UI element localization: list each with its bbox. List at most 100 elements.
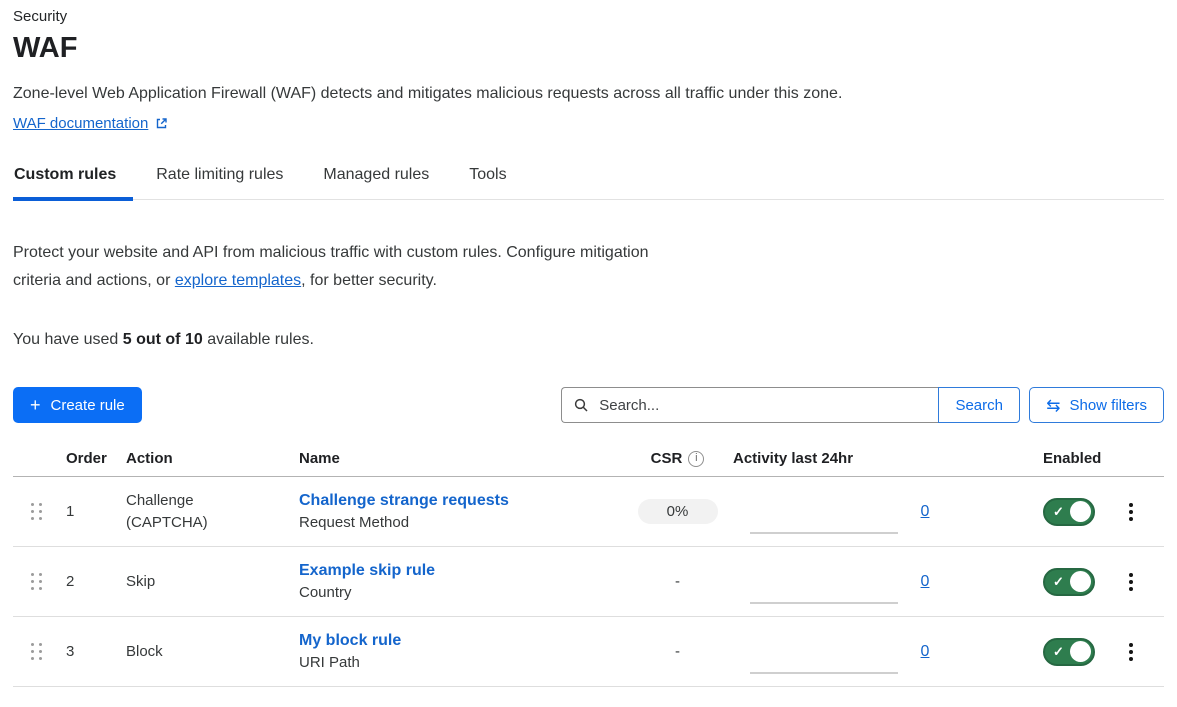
enabled-toggle[interactable]: ✓: [1043, 568, 1095, 596]
search-group: Search: [561, 387, 1020, 423]
menu-cell: [1110, 568, 1164, 596]
enabled-cell: ✓: [945, 638, 1110, 666]
header-csr: CSR i: [630, 450, 725, 467]
csr-value: -: [675, 643, 680, 660]
activity-cell: [725, 617, 905, 686]
activity-count-link[interactable]: 0: [921, 573, 930, 590]
toolbar-right: Search ⇆ Show filters: [561, 387, 1164, 423]
csr-cell: 0%: [630, 499, 725, 524]
usage-text: You have used 5 out of 10 available rule…: [13, 331, 1164, 349]
usage-count: 5 out of 10: [123, 331, 203, 348]
activity-count-cell: 0: [905, 503, 945, 521]
enabled-cell: ✓: [945, 568, 1110, 596]
search-box: [561, 387, 938, 423]
rule-name-cell: Challenge strange requests Request Metho…: [286, 492, 630, 531]
toolbar: + Create rule Search ⇆ Show filters: [13, 387, 1164, 423]
search-button[interactable]: Search: [938, 387, 1020, 423]
explore-templates-link[interactable]: explore templates: [175, 272, 301, 289]
rule-row: 3 Block My block rule URI Path - 0 ✓: [13, 617, 1164, 687]
waf-documentation-label: WAF documentation: [13, 115, 148, 132]
drag-handle-icon[interactable]: [31, 503, 42, 520]
enabled-toggle[interactable]: ✓: [1043, 498, 1095, 526]
check-icon: ✓: [1053, 575, 1064, 588]
activity-count-link[interactable]: 0: [921, 503, 930, 520]
header-action: Action: [113, 450, 286, 467]
create-rule-button[interactable]: + Create rule: [13, 387, 142, 423]
kebab-menu-icon[interactable]: [1126, 498, 1136, 526]
csr-badge: 0%: [638, 499, 718, 524]
waf-documentation-link[interactable]: WAF documentation: [13, 115, 168, 132]
rule-name-cell: Example skip rule Country: [286, 562, 630, 601]
drag-cell: [13, 573, 53, 590]
rule-action: Challenge (CAPTCHA): [113, 490, 286, 534]
kebab-menu-icon[interactable]: [1126, 638, 1136, 666]
create-rule-label: Create rule: [51, 397, 125, 414]
show-filters-button[interactable]: ⇆ Show filters: [1029, 387, 1164, 423]
header-menu-spacer: [1110, 450, 1164, 467]
rule-field: Country: [299, 584, 630, 601]
tab-managed-rules[interactable]: Managed rules: [322, 166, 430, 199]
rule-order: 3: [53, 643, 113, 660]
header-drag-spacer: [13, 450, 53, 467]
tab-custom-rules[interactable]: Custom rules: [13, 166, 117, 199]
rule-row: 1 Challenge (CAPTCHA) Challenge strange …: [13, 477, 1164, 547]
activity-sparkline: [750, 532, 898, 534]
activity-cell: [725, 477, 905, 546]
rule-action-line1: Challenge: [126, 490, 286, 512]
rule-action: Skip: [113, 571, 286, 593]
info-icon[interactable]: i: [688, 451, 704, 467]
activity-count-cell: 0: [905, 643, 945, 661]
activity-sparkline: [750, 672, 898, 674]
rule-name-link[interactable]: Example skip rule: [299, 562, 630, 580]
drag-handle-icon[interactable]: [31, 643, 42, 660]
intro-text-after: , for better security.: [301, 272, 437, 289]
csr-value: -: [675, 573, 680, 590]
kebab-menu-icon[interactable]: [1126, 568, 1136, 596]
rules-table: Order Action Name CSR i Activity last 24…: [13, 450, 1164, 687]
rule-action: Block: [113, 641, 286, 663]
tab-rate-limiting-rules[interactable]: Rate limiting rules: [155, 166, 284, 199]
tab-tools[interactable]: Tools: [468, 166, 507, 199]
rule-order: 2: [53, 573, 113, 590]
page-title: WAF: [13, 32, 1164, 65]
activity-count-link[interactable]: 0: [921, 643, 930, 660]
check-icon: ✓: [1053, 505, 1064, 518]
breadcrumb: Security: [13, 8, 1164, 25]
header-name: Name: [286, 450, 630, 467]
drag-cell: [13, 643, 53, 660]
rule-order: 1: [53, 503, 113, 520]
swap-arrows-icon: ⇆: [1046, 397, 1060, 414]
header-enabled: Enabled: [945, 450, 1110, 467]
menu-cell: [1110, 498, 1164, 526]
header-csr-label: CSR: [651, 450, 683, 467]
rule-field: Request Method: [299, 514, 630, 531]
rule-name-link[interactable]: Challenge strange requests: [299, 492, 630, 510]
activity-count-cell: 0: [905, 573, 945, 591]
waf-page: Security WAF Zone-level Web Application …: [0, 0, 1177, 707]
external-link-icon: [155, 117, 168, 130]
search-icon: [574, 398, 588, 412]
menu-cell: [1110, 638, 1164, 666]
enabled-toggle[interactable]: ✓: [1043, 638, 1095, 666]
rule-row: 2 Skip Example skip rule Country - 0 ✓: [13, 547, 1164, 617]
header-order: Order: [53, 450, 113, 467]
table-header-row: Order Action Name CSR i Activity last 24…: [13, 450, 1164, 477]
rule-name-cell: My block rule URI Path: [286, 632, 630, 671]
usage-prefix: You have used: [13, 331, 123, 348]
toggle-knob: [1070, 571, 1091, 592]
csr-cell: -: [630, 643, 725, 660]
header-count-spacer: [905, 450, 945, 467]
rule-action-line1: Block: [126, 641, 286, 663]
show-filters-label: Show filters: [1069, 397, 1147, 414]
enabled-cell: ✓: [945, 498, 1110, 526]
activity-sparkline: [750, 602, 898, 604]
toggle-knob: [1070, 641, 1091, 662]
rule-name-link[interactable]: My block rule: [299, 632, 630, 650]
check-icon: ✓: [1053, 645, 1064, 658]
rule-action-line2: (CAPTCHA): [126, 512, 286, 534]
toggle-knob: [1070, 501, 1091, 522]
search-input[interactable]: [597, 396, 926, 415]
drag-cell: [13, 503, 53, 520]
csr-cell: -: [630, 573, 725, 590]
drag-handle-icon[interactable]: [31, 573, 42, 590]
